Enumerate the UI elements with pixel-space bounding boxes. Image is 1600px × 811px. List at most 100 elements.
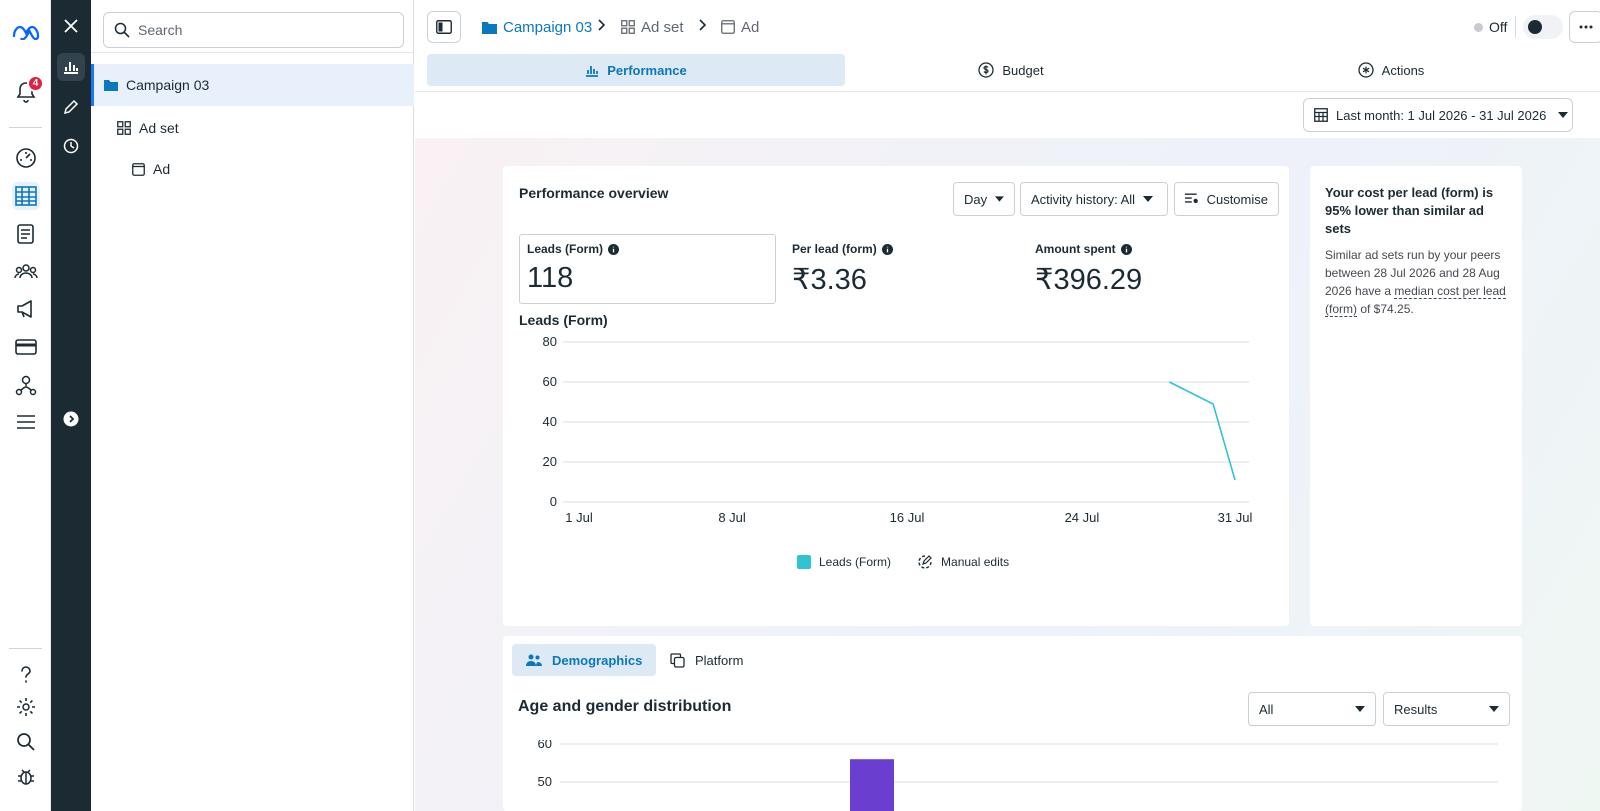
breadcrumb-ad-label: Ad (741, 18, 760, 36)
info-icon[interactable] (1120, 243, 1132, 255)
granularity-dropdown[interactable]: Day (953, 182, 1015, 216)
tab-performance[interactable]: Performance (427, 54, 845, 86)
legend-label: Leads (Form) (819, 555, 892, 569)
status-dot (1474, 22, 1483, 32)
caret-down-icon (1558, 112, 1569, 118)
metric-label: Per lead (form) (792, 242, 877, 256)
caret-down-icon (995, 196, 1004, 202)
delivery-toggle[interactable] (1523, 15, 1563, 39)
tab-demographics[interactable]: Demographics (512, 644, 657, 676)
tree-search-box[interactable] (103, 12, 404, 48)
chevron-right-icon (698, 19, 706, 31)
metric-value: ₹3.36 (792, 264, 867, 296)
ads-manager-table-icon[interactable] (12, 182, 40, 210)
tree-item-ad[interactable]: Ad (91, 148, 414, 190)
date-range-label: Last month: 1 Jul 2026 - 31 Jul 2026 (1336, 107, 1547, 123)
breadcrumb-ad[interactable]: Ad (721, 16, 759, 38)
top-bar: Campaign 03 Ad set Ad Off Performance Bu… (415, 0, 1600, 92)
metric-leads: Leads (Form) 118 (527, 242, 620, 295)
breadcrumb-adset[interactable]: Ad set (621, 16, 684, 38)
campaign-tree-panel: Campaign 03 Ad set Ad (91, 0, 414, 811)
help-question-icon[interactable] (12, 661, 40, 689)
tree-item-label: Ad set (139, 120, 179, 136)
x-tick-label: 31 Jul (1218, 510, 1253, 525)
meta-logo-icon[interactable] (12, 18, 40, 46)
metric-value: ₹396.29 (1035, 264, 1143, 296)
panel-tool-rail (51, 0, 91, 811)
info-icon[interactable] (608, 243, 620, 255)
expand-chevron-icon[interactable] (57, 405, 85, 433)
tab-budget[interactable]: Budget (823, 54, 1199, 86)
legend-swatch (797, 555, 811, 569)
activity-history-dropdown[interactable]: Activity history: All (1020, 182, 1168, 216)
metric-label: Amount spent (1035, 242, 1116, 256)
caret-down-icon (1489, 706, 1499, 712)
bar (850, 759, 894, 811)
breadcrumb-adset-label: Ad set (641, 18, 684, 36)
chart-title: Leads (Form) (519, 312, 608, 328)
breadcrumb-campaign-label: Campaign 03 (503, 18, 593, 36)
legend-item-manual-edits[interactable]: Manual edits (917, 554, 1009, 570)
settings-gear-icon[interactable] (12, 693, 40, 721)
tab-label: Platform (695, 652, 744, 668)
tree-item-adset[interactable]: Ad set (91, 107, 414, 149)
actions-asterisk-icon (1358, 62, 1374, 78)
history-clock-icon[interactable] (57, 132, 85, 160)
search-icon[interactable] (12, 728, 40, 756)
search-input[interactable] (138, 22, 388, 38)
metric-label: Leads (Form) (527, 242, 604, 256)
x-tick-label: 8 Jul (718, 510, 746, 525)
people-icon (526, 654, 542, 666)
tab-platform[interactable]: Platform (656, 644, 757, 676)
more-options-button[interactable] (1569, 11, 1600, 43)
edit-pencil-icon[interactable] (57, 93, 85, 121)
date-range-picker[interactable]: Last month: 1 Jul 2026 - 31 Jul 2026 (1303, 98, 1573, 132)
date-bar: Last month: 1 Jul 2026 - 31 Jul 2026 (415, 92, 1600, 138)
customise-button[interactable]: Customise (1174, 182, 1279, 216)
tab-actions[interactable]: Actions (1203, 54, 1579, 86)
benchmark-insight-card: Your cost per lead (form) is 95% lower t… (1310, 166, 1522, 626)
report-bug-icon[interactable] (12, 763, 40, 791)
info-icon[interactable] (881, 243, 893, 255)
platform-copy-icon (670, 652, 685, 668)
series-line-leads (1169, 381, 1236, 481)
breadcrumb-campaign[interactable]: Campaign 03 (482, 16, 592, 38)
megaphone-icon[interactable] (12, 295, 40, 323)
tab-label: Performance (607, 62, 687, 78)
dropdown-value: Day (964, 191, 988, 207)
all-tools-menu-icon[interactable] (12, 408, 40, 436)
performance-chart-icon[interactable] (57, 53, 85, 81)
more-dots-icon (1579, 25, 1593, 29)
manual-edits-icon (918, 555, 932, 569)
y-tick-label: 80 (543, 334, 557, 349)
dollar-circle-icon (978, 62, 995, 78)
section-title: Age and gender distribution (518, 698, 732, 715)
caret-down-icon (1355, 706, 1365, 712)
business-hierarchy-icon[interactable] (12, 371, 40, 399)
ad-frame-icon (721, 20, 735, 34)
dropdown-value: Activity history: All (1031, 191, 1136, 207)
sidebar-layout-icon (436, 20, 452, 34)
metric-filter-dropdown[interactable]: Results (1383, 692, 1510, 726)
metric-value: 118 (527, 262, 574, 294)
gender-filter-dropdown[interactable]: All (1248, 692, 1376, 726)
billing-card-icon[interactable] (12, 333, 40, 361)
dashboard-gauge-icon[interactable] (12, 144, 40, 172)
tab-label: Demographics (552, 652, 643, 668)
tree-item-label: Campaign 03 (126, 77, 210, 93)
audiences-people-icon[interactable] (12, 257, 40, 285)
view-tabs: Performance Budget Actions (427, 54, 1580, 86)
tree-item-label: Ad (153, 161, 171, 177)
legend-item-leads[interactable]: Leads (Form) (797, 555, 891, 569)
caret-down-icon (1143, 196, 1154, 202)
close-panel-icon[interactable] (57, 12, 85, 40)
x-tick-label: 16 Jul (890, 510, 925, 525)
chevron-right-icon (597, 19, 605, 31)
toggle-sidebar-button[interactable] (427, 11, 461, 43)
button-label: Customise (1206, 191, 1268, 207)
folder-icon (482, 21, 497, 34)
tree-item-campaign[interactable]: Campaign 03 (91, 64, 414, 106)
pages-catalog-icon[interactable] (12, 220, 40, 248)
demographics-card: Demographics Platform Age and gender dis… (503, 636, 1522, 811)
y-tick-label: 0 (550, 494, 557, 509)
